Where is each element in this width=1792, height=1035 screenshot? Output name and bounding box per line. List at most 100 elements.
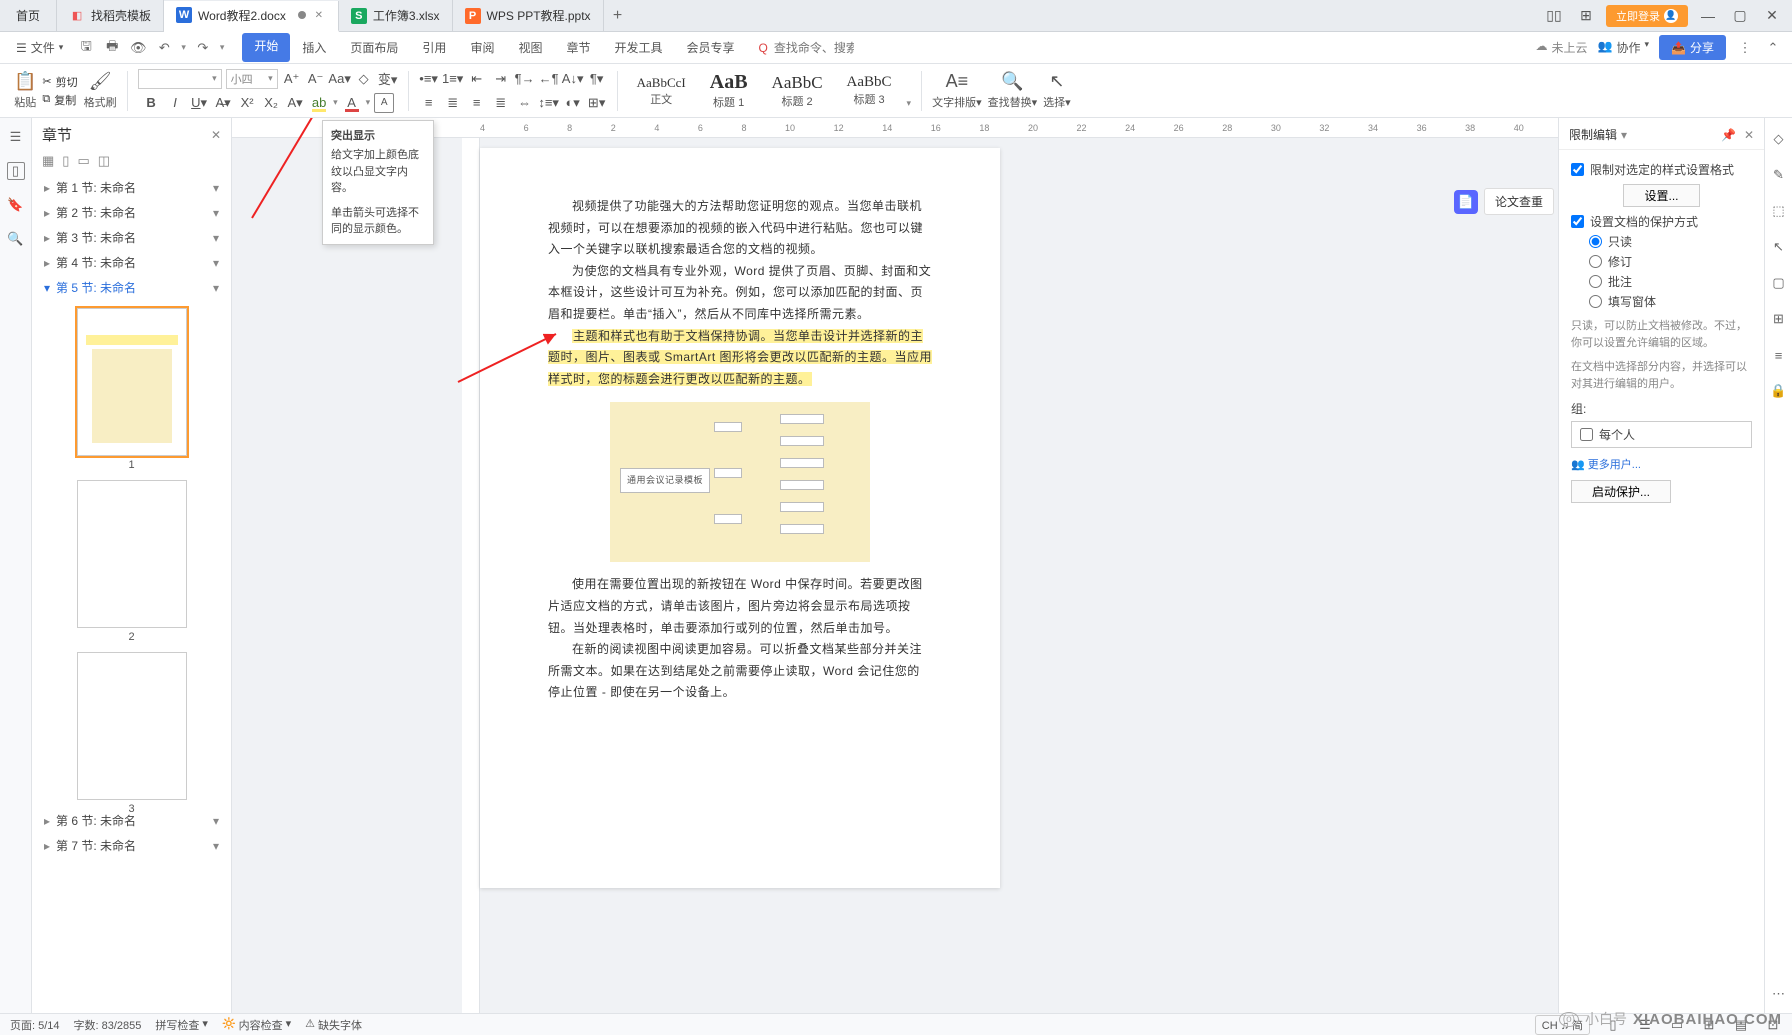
tab-word-doc[interactable]: WWord教程2.docx✕	[164, 1, 339, 32]
collapse-ribbon-icon[interactable]: ⌃	[1764, 39, 1782, 57]
more-users-link[interactable]: 👥 更多用户...	[1571, 456, 1752, 472]
vertical-ruler[interactable]	[462, 138, 480, 1013]
style-h2[interactable]: AaBbC标题 2	[763, 70, 832, 112]
menu-tab-insert[interactable]: 插入	[290, 33, 338, 62]
rpanel-dropdown-icon[interactable]: ▾	[1621, 128, 1627, 142]
text-effects-icon[interactable]: A▾	[285, 93, 305, 113]
chapter-item[interactable]: ▸第 4 节: 未命名▾	[38, 250, 225, 275]
restrict-style-checkbox[interactable]: 限制对选定的样式设置格式	[1571, 161, 1752, 178]
nav-tool-1[interactable]: ▦	[42, 153, 54, 169]
rail-lock-icon[interactable]: 🔒	[1770, 382, 1788, 400]
paper-check-badge[interactable]: 📄 论文查重	[1454, 188, 1554, 215]
print-icon[interactable]: 🖶	[103, 39, 121, 57]
menu-tab-layout[interactable]: 页面布局	[338, 33, 410, 62]
print-preview-icon[interactable]: 👁	[129, 39, 147, 57]
protect-mode-checkbox[interactable]: 设置文档的保护方式	[1571, 213, 1752, 230]
page-thumb-1[interactable]: 1	[77, 308, 187, 456]
tab-xlsx[interactable]: S工作簿3.xlsx	[339, 0, 453, 31]
page-thumb-2[interactable]: 2	[77, 480, 187, 628]
shrink-font-icon[interactable]: A⁻	[306, 69, 326, 89]
select-button[interactable]: ↖选择▾	[1043, 71, 1071, 110]
share-button[interactable]: 📤分享	[1659, 35, 1726, 60]
menu-tab-view[interactable]: 视图	[506, 33, 554, 62]
spell-check[interactable]: 拼写检查▾	[155, 1017, 208, 1033]
menu-tab-dev[interactable]: 开发工具	[602, 33, 674, 62]
text-layout-button[interactable]: A≡文字排版▾	[932, 71, 982, 110]
superscript-icon[interactable]: X²	[237, 93, 257, 113]
more-menu-icon[interactable]: ⋮	[1736, 39, 1754, 57]
ltr-icon[interactable]: ¶→	[515, 69, 535, 89]
chapter-item[interactable]: ▸第 7 节: 未命名▾	[38, 833, 225, 858]
menu-tab-chapter[interactable]: 章节	[554, 33, 602, 62]
layout-icon[interactable]: ▯▯	[1542, 4, 1566, 28]
style-h1[interactable]: AaB标题 1	[701, 68, 757, 113]
settings-button[interactable]: 设置...	[1623, 184, 1699, 207]
tab-add-button[interactable]: +	[604, 7, 632, 25]
toc-icon[interactable]: ☰	[7, 128, 25, 146]
search-rail-icon[interactable]: 🔍	[7, 230, 25, 248]
word-count[interactable]: 字数: 83/2855	[74, 1017, 142, 1033]
save-icon[interactable]: 🖫	[77, 39, 95, 57]
chapter-item[interactable]: ▸第 2 节: 未命名▾	[38, 200, 225, 225]
page-thumb-3[interactable]: 3	[77, 652, 187, 800]
radio-comment[interactable]: 批注	[1589, 273, 1752, 290]
chapter-item-active[interactable]: ▾第 5 节: 未命名▾	[38, 275, 225, 300]
pilcrow-icon[interactable]: ¶▾	[587, 69, 607, 89]
menu-tab-start[interactable]: 开始	[242, 33, 290, 62]
tab-templates[interactable]: ◧找稻壳模板	[57, 0, 164, 31]
menu-tab-member[interactable]: 会员专享	[675, 33, 747, 62]
align-right-icon[interactable]: ≡	[467, 93, 487, 113]
italic-icon[interactable]: I	[165, 93, 185, 113]
rail-square-icon[interactable]: ▢	[1770, 274, 1788, 292]
rail-cursor-icon[interactable]: ↖	[1770, 238, 1788, 256]
content-check[interactable]: 🔆内容检查▾	[222, 1017, 291, 1033]
phonetic-icon[interactable]: 变▾	[378, 69, 398, 89]
clear-format-icon[interactable]: ◇	[354, 69, 374, 89]
strike-icon[interactable]: A̶▾	[213, 93, 233, 113]
find-replace-button[interactable]: 🔍查找替换▾	[988, 71, 1038, 110]
rail-bucket-icon[interactable]: ⬚	[1770, 202, 1788, 220]
horizontal-ruler[interactable]: 468246810121416182022242628303234363840	[232, 118, 1764, 138]
char-border-icon[interactable]: A	[374, 93, 394, 113]
close-window-icon[interactable]: ✕	[1760, 4, 1784, 28]
menu-tab-review[interactable]: 审阅	[458, 33, 506, 62]
menu-tab-ref[interactable]: 引用	[410, 33, 458, 62]
start-protect-button[interactable]: 启动保护...	[1571, 480, 1671, 503]
redo-icon[interactable]: ↷	[194, 39, 212, 57]
inc-indent-icon[interactable]: ⇥	[491, 69, 511, 89]
command-search-input[interactable]	[774, 41, 854, 55]
numbering-icon[interactable]: 1≡▾	[443, 69, 463, 89]
copy-button[interactable]: ⧉复制	[42, 92, 77, 108]
grow-font-icon[interactable]: A⁺	[282, 69, 302, 89]
undo-icon[interactable]: ↶	[155, 39, 173, 57]
borders-icon[interactable]: ⊞▾	[587, 93, 607, 113]
tab-home[interactable]: 首页	[0, 0, 57, 31]
chapter-item[interactable]: ▸第 1 节: 未命名▾	[38, 175, 225, 200]
document-page[interactable]: 视频提供了功能强大的方法帮助您证明您的观点。当您单击联机视频时，可以在想要添加的…	[480, 148, 1000, 888]
line-spacing-icon[interactable]: ↕≡▾	[539, 93, 559, 113]
justify-icon[interactable]: ≣	[491, 93, 511, 113]
align-center-icon[interactable]: ≣	[443, 93, 463, 113]
tab-pptx[interactable]: PWPS PPT教程.pptx	[453, 0, 604, 31]
bookmark-icon[interactable]: 🔖	[7, 196, 25, 214]
dec-indent-icon[interactable]: ⇤	[467, 69, 487, 89]
rtl-icon[interactable]: ←¶	[539, 69, 559, 89]
paste-button[interactable]: 📋粘贴	[14, 71, 36, 110]
bullets-icon[interactable]: •≡▾	[419, 69, 439, 89]
style-h3[interactable]: AaBbC标题 3	[838, 71, 901, 110]
nav-tool-3[interactable]: ▭	[77, 153, 89, 169]
nav-close-icon[interactable]: ✕	[211, 128, 221, 142]
thumbnails-icon[interactable]: ▯	[7, 162, 25, 180]
subscript-icon[interactable]: X₂	[261, 93, 281, 113]
rail-more-icon[interactable]: ⋯	[1770, 985, 1788, 1003]
font-color-icon[interactable]: A	[342, 93, 362, 113]
styles-more-icon[interactable]: ▾	[907, 98, 912, 109]
apps-grid-icon[interactable]: ⊞	[1574, 4, 1598, 28]
radio-track[interactable]: 修订	[1589, 253, 1752, 270]
chapter-item[interactable]: ▸第 3 节: 未命名▾	[38, 225, 225, 250]
missing-fonts[interactable]: ⚠缺失字体	[305, 1017, 362, 1033]
bold-icon[interactable]: B	[141, 93, 161, 113]
maximize-icon[interactable]: ▢	[1728, 4, 1752, 28]
close-icon[interactable]: ✕	[312, 8, 326, 22]
rail-diamond-icon[interactable]: ◇	[1770, 130, 1788, 148]
